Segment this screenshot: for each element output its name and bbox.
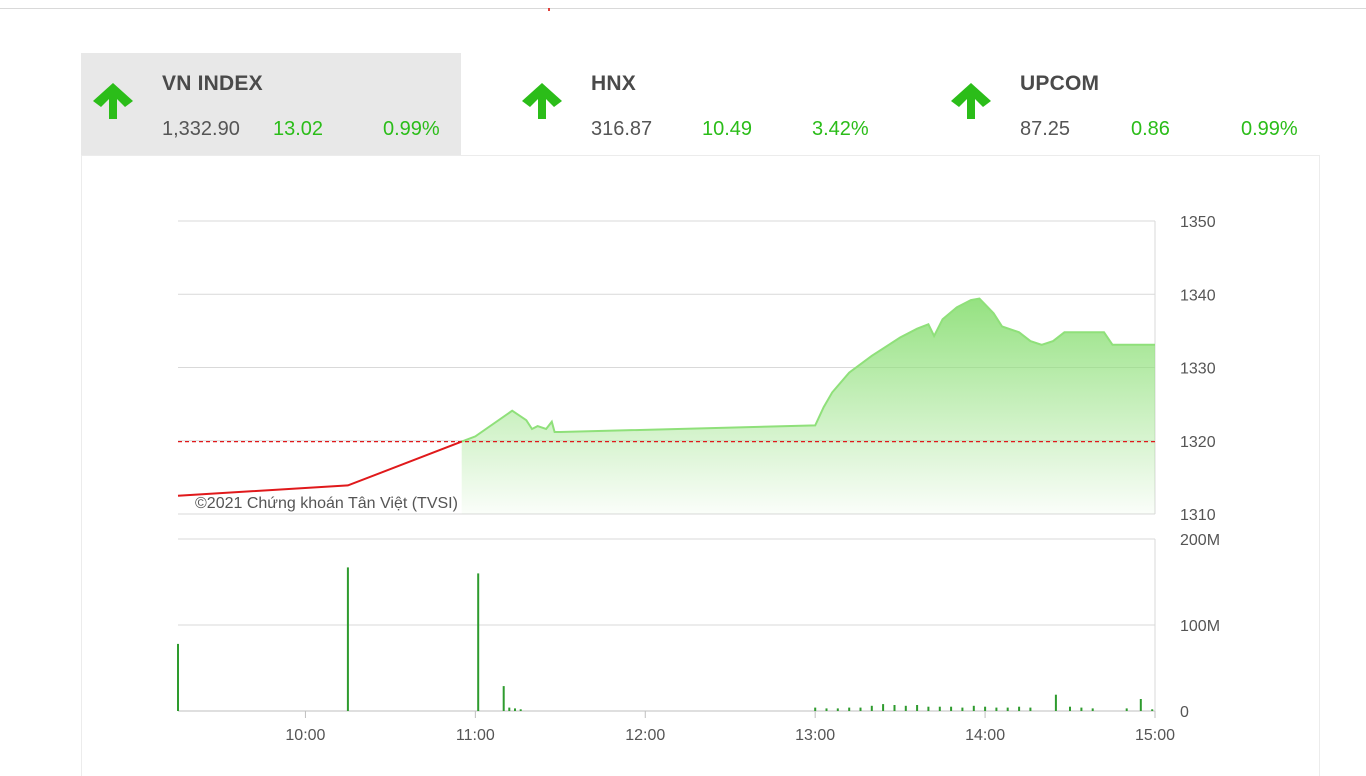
volume-bar [916, 705, 919, 711]
volume-axis: 200M 100M 0 [1180, 532, 1220, 721]
volume-bar [814, 707, 817, 711]
volume-bars [177, 567, 1154, 711]
time-tick-label: 11:00 [456, 727, 495, 744]
chart-credit: ©2021 Chứng khoán Tân Việt (TVSI) [195, 495, 458, 512]
volume-bar [870, 705, 873, 711]
volume-tick-label: 100M [1180, 618, 1220, 635]
volume-bar [519, 709, 522, 711]
volume-tick-label: 200M [1180, 532, 1220, 549]
volume-bar [984, 706, 987, 711]
price-line-below-reference [177, 440, 463, 497]
volume-bar [825, 708, 828, 711]
volume-bar [177, 643, 179, 711]
volume-bar [950, 706, 953, 711]
volume-bar [346, 567, 349, 711]
volume-bar [904, 705, 907, 711]
price-area [461, 298, 1155, 514]
volume-bar [859, 707, 862, 711]
volume-bar [1080, 707, 1083, 711]
volume-bar [1151, 709, 1154, 711]
volume-bar [938, 706, 941, 711]
time-tick-label: 15:00 [1135, 727, 1175, 744]
time-axis: 10:00 11:00 12:00 13:00 14:00 15:00 [285, 711, 1175, 744]
volume-bar [1029, 707, 1032, 711]
volume-bar [1125, 708, 1128, 711]
volume-bar [995, 707, 998, 711]
price-axis: 1350 1340 1330 1320 1310 [1180, 214, 1216, 524]
price-tick-label: 1330 [1180, 361, 1216, 378]
volume-bar [1054, 694, 1057, 711]
price-tick-label: 1350 [1180, 214, 1216, 231]
volume-bar [848, 707, 851, 711]
volume-bar [1069, 706, 1071, 711]
volume-bar [893, 705, 896, 711]
price-tick-label: 1340 [1180, 287, 1216, 304]
volume-bar [1018, 706, 1021, 711]
volume-bar [927, 706, 930, 711]
volume-bar [1006, 707, 1009, 711]
time-tick-label: 13:00 [795, 727, 835, 744]
volume-bar [1091, 708, 1094, 711]
volume-bar [836, 708, 839, 711]
volume-bar [972, 705, 975, 711]
volume-bar [508, 707, 511, 711]
time-tick-label: 14:00 [965, 727, 1005, 744]
volume-bar [882, 704, 885, 711]
volume-grid [178, 538, 1156, 712]
volume-bar [1139, 699, 1142, 711]
price-tick-label: 1320 [1180, 434, 1216, 451]
volume-bar [514, 708, 516, 711]
volume-bar [477, 573, 480, 711]
volume-bar [961, 707, 964, 711]
time-tick-label: 12:00 [625, 727, 665, 744]
volume-bar [502, 686, 505, 711]
index-chart: ©2021 Chứng khoán Tân Việt (TVSI) 135013… [177, 214, 1220, 744]
time-tick-label: 10:00 [285, 727, 325, 744]
price-tick-label: 1310 [1180, 507, 1216, 524]
volume-tick-label: 0 [1180, 704, 1189, 721]
